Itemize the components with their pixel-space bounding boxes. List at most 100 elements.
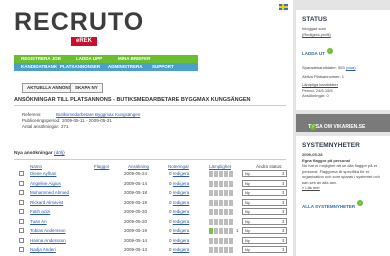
suitability-segment[interactable]	[224, 171, 228, 177]
suitability-segment[interactable]	[224, 228, 228, 234]
suitability-segment[interactable]	[214, 199, 218, 206]
row-checkbox[interactable]	[19, 190, 24, 195]
suitability-segment[interactable]	[214, 228, 218, 234]
edit-notes-link[interactable]: redigera	[173, 171, 190, 176]
applicant-name-link[interactable]: Mohammed Ahmed	[30, 189, 69, 197]
status-select[interactable]: Ny	[242, 227, 287, 234]
suitability-segment[interactable]	[219, 199, 223, 206]
upload-row[interactable]: LADDA UT›	[302, 42, 384, 60]
suitability-meter[interactable]	[209, 218, 233, 225]
applicant-name-link[interactable]: Tobias Andersson	[30, 227, 66, 235]
suitability-segment[interactable]	[224, 190, 228, 196]
status-select[interactable]: Ny	[242, 170, 287, 177]
swedish-flag-icon[interactable]	[279, 4, 288, 10]
row-checkbox[interactable]	[19, 247, 24, 252]
hide-link[interactable]: (dölj)	[54, 151, 65, 156]
suitability-segment[interactable]	[214, 171, 218, 177]
suitability-segment[interactable]	[229, 247, 233, 253]
suitability-segment[interactable]	[229, 237, 233, 244]
suitability-segment[interactable]	[229, 218, 233, 225]
nav-support[interactable]: SUPPORT	[152, 63, 174, 71]
ref-link[interactable]: Butiksmedarbetare Byggmax Kungsängen	[56, 112, 140, 117]
logo[interactable]: RECRUTO	[14, 8, 144, 37]
suitability-segment[interactable]	[219, 180, 223, 187]
suitability-segment[interactable]	[229, 180, 233, 187]
suitability-segment[interactable]	[224, 209, 228, 215]
status-select[interactable]: Ny	[242, 236, 287, 244]
all-news-link[interactable]: ALLA SYSTEMNYHETER	[302, 204, 355, 209]
applicant-name-link[interactable]: Angeline Aigius	[30, 180, 61, 188]
suitability-segment[interactable]	[224, 180, 228, 187]
tipsa-banner[interactable]: TIPSA OM VIKARIEN.SE ›	[296, 114, 390, 132]
suitability-segment[interactable]	[224, 237, 228, 244]
col-fit[interactable]: Lämplighet	[209, 164, 231, 169]
col-date[interactable]: Ansökning	[128, 164, 149, 169]
applicant-name-link[interactable]: Tuan An	[30, 218, 47, 226]
applicant-name-link[interactable]: Fatih azizi	[30, 208, 50, 216]
suitability-segment[interactable]	[229, 209, 233, 215]
applicant-name-link[interactable]: Diene Aylhan	[30, 170, 56, 178]
suitability-meter[interactable]	[209, 199, 233, 206]
applicant-name-link[interactable]: Hanna Andersson	[30, 237, 66, 245]
upload-link[interactable]: LADDA UT	[302, 51, 325, 56]
edit-notes-link[interactable]: redigera	[173, 247, 190, 252]
suitability-segment[interactable]	[214, 209, 218, 215]
status-select[interactable]: Ny	[242, 217, 287, 225]
suitability-segment[interactable]	[219, 171, 223, 177]
row-checkbox[interactable]	[19, 171, 24, 176]
view-link[interactable]: (visa)	[346, 65, 356, 70]
edit-notes-link[interactable]: redigera	[173, 209, 190, 214]
suitability-segment[interactable]	[219, 209, 223, 215]
row-checkbox[interactable]	[19, 209, 24, 214]
create-new-button[interactable]: SKAPA NY	[70, 83, 103, 93]
row-checkbox[interactable]	[19, 228, 24, 233]
status-select[interactable]: Ny	[242, 179, 287, 187]
suitability-segment[interactable]	[219, 247, 223, 253]
suitability-segment[interactable]	[209, 237, 213, 244]
nav-ladda-upp[interactable]: LADDA UPP	[76, 55, 102, 63]
col-name[interactable]: Namn	[30, 164, 42, 169]
suitability-segment[interactable]	[229, 190, 233, 196]
profile-link[interactable]: (Redigera profil)	[302, 32, 384, 38]
suitability-segment[interactable]	[209, 228, 213, 234]
suitability-segment[interactable]	[229, 199, 233, 206]
applicant-name-link[interactable]: Nadja Anderi	[30, 246, 56, 254]
applicant-name-link[interactable]: Rickard Almavist	[30, 199, 63, 207]
suitability-segment[interactable]	[214, 237, 218, 244]
all-news-row[interactable]: ALLA SYSTEMNYHETER›	[302, 195, 384, 213]
suitability-meter[interactable]	[209, 228, 233, 234]
suitability-segment[interactable]	[209, 209, 213, 215]
status-select[interactable]: Ny	[242, 198, 287, 206]
row-checkbox[interactable]	[19, 218, 24, 224]
row-checkbox[interactable]	[19, 199, 24, 205]
suitability-meter[interactable]	[209, 190, 233, 196]
suitability-segment[interactable]	[209, 218, 213, 225]
suitability-segment[interactable]	[209, 180, 213, 187]
col-notes[interactable]: Noteringar	[168, 164, 189, 169]
edit-notes-link[interactable]: redigera	[173, 228, 190, 233]
suitability-segment[interactable]	[224, 247, 228, 253]
status-select[interactable]: Ny	[242, 189, 287, 196]
edit-notes-link[interactable]: redigera	[173, 238, 190, 243]
nav-administrera[interactable]: ADMINISTRERA	[108, 63, 143, 71]
nav-kandidatbank[interactable]: KANDIDATBANK	[21, 63, 57, 71]
suitability-segment[interactable]	[224, 199, 228, 206]
edit-notes-link[interactable]: redigera	[173, 219, 190, 224]
suitability-segment[interactable]	[229, 171, 233, 177]
suitability-segment[interactable]	[229, 228, 233, 234]
suitability-segment[interactable]	[219, 237, 223, 244]
col-flags[interactable]: Flaggor	[94, 164, 109, 169]
nav-registrera-job[interactable]: REGISTRERA JOB	[21, 55, 61, 63]
suitability-segment[interactable]	[214, 180, 218, 187]
read-more-link[interactable]: » Läs mer	[302, 185, 384, 191]
suitability-meter[interactable]	[209, 180, 233, 187]
suitability-segment[interactable]	[209, 199, 213, 206]
nav-platsannonser[interactable]: PLATSANNONSER	[60, 63, 100, 71]
suitability-segment[interactable]	[219, 218, 223, 225]
suitability-segment[interactable]	[214, 190, 218, 196]
suitability-meter[interactable]	[209, 171, 233, 177]
suitability-meter[interactable]	[209, 209, 233, 215]
row-checkbox[interactable]	[19, 180, 24, 186]
status-select[interactable]: Ny	[242, 246, 287, 253]
row-checkbox[interactable]	[19, 237, 24, 243]
